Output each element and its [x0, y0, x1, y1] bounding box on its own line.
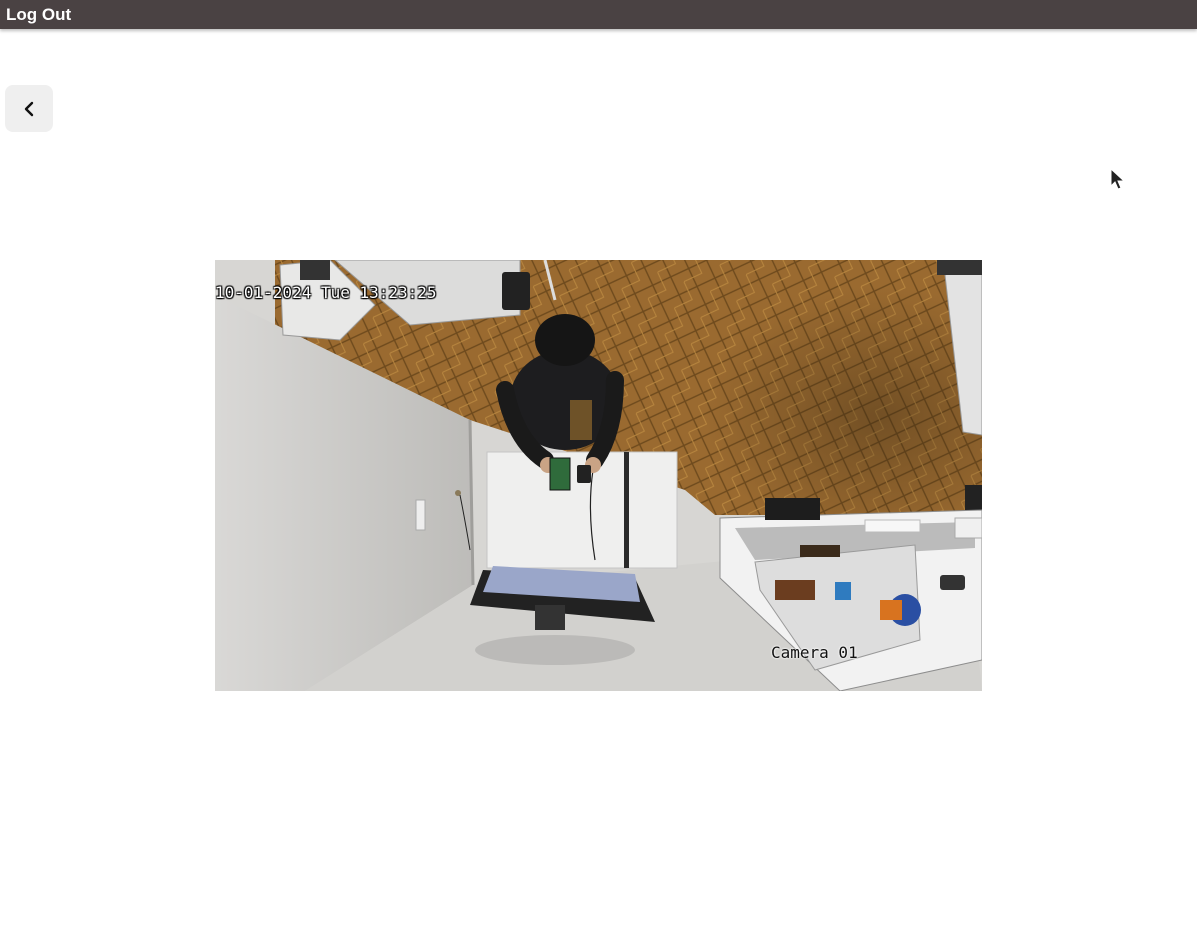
- video-timestamp: 10-01-2024 Tue 13:23:25: [215, 283, 437, 302]
- back-button[interactable]: [5, 85, 53, 132]
- logout-button[interactable]: Log Out: [0, 5, 71, 25]
- camera-feed: 10-01-2024 Tue 13:23:25 Camera 01: [215, 260, 982, 691]
- camera-frame-image: [215, 260, 982, 691]
- camera-label: Camera 01: [771, 643, 858, 662]
- chevron-left-icon: [24, 101, 34, 116]
- mouse-cursor-icon: [1110, 168, 1126, 190]
- top-bar: Log Out: [0, 0, 1197, 29]
